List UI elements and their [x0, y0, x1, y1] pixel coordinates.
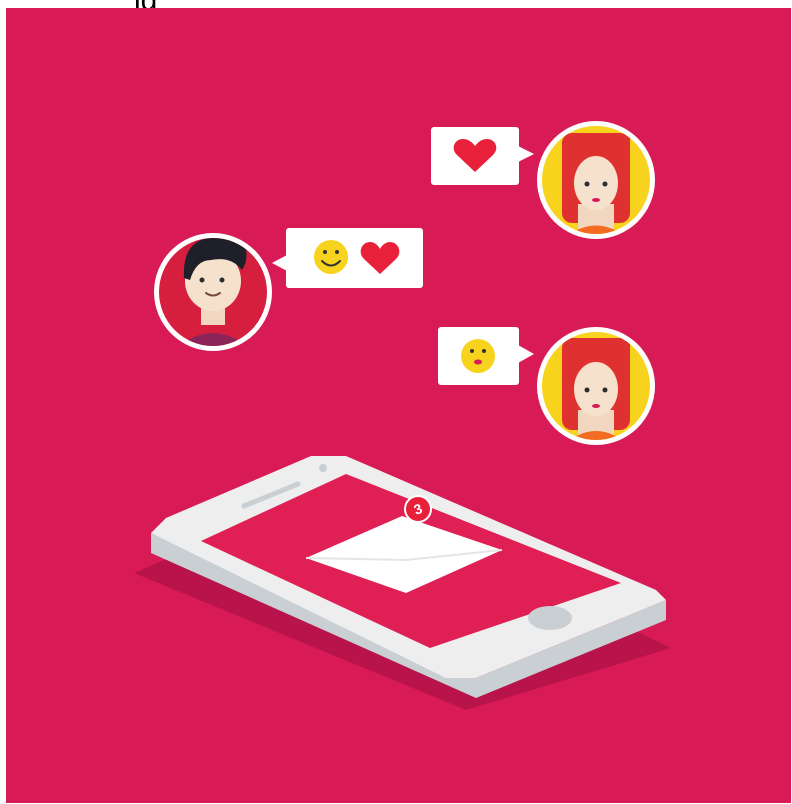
- background: [6, 8, 791, 803]
- smiley-icon: [314, 240, 348, 274]
- illustration-panel: 3: [6, 8, 791, 803]
- smiley-icon: [461, 339, 495, 373]
- illustration-svg: 3: [6, 8, 791, 803]
- message-bubble-girl-top: [431, 127, 534, 185]
- message-bubble-boy: [272, 228, 423, 288]
- home-button: [528, 606, 572, 630]
- notification-badge: 3: [404, 495, 432, 523]
